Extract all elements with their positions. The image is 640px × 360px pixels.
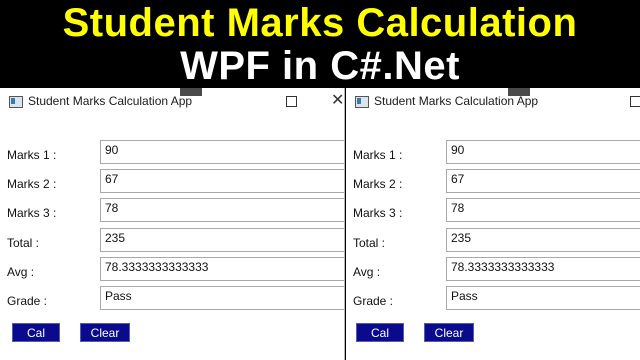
window-title: Student Marks Calculation App xyxy=(28,94,193,108)
app-window-icon xyxy=(355,96,369,108)
minimize-button[interactable] xyxy=(180,88,202,96)
app-window-left: Student Marks Calculation App ✕ Marks 1 … xyxy=(0,88,345,360)
grade-label: Grade : xyxy=(353,294,394,308)
marks3-label: Marks 3 : xyxy=(353,206,403,220)
clear-button[interactable]: Clear xyxy=(424,323,474,342)
banner-subtitle: WPF in C#.Net xyxy=(180,44,460,88)
marks1-label: Marks 1 : xyxy=(7,148,57,162)
cal-button[interactable]: Cal xyxy=(12,323,60,342)
banner-title: Student Marks Calculation xyxy=(62,1,578,45)
marks1-input[interactable]: 90 xyxy=(100,140,344,164)
marks3-input[interactable]: 78 xyxy=(100,198,344,222)
grade-field[interactable]: Pass xyxy=(100,286,344,310)
close-button[interactable]: ✕ xyxy=(331,90,344,110)
total-field[interactable]: 235 xyxy=(446,228,640,252)
marks1-label: Marks 1 : xyxy=(353,148,403,162)
grade-field[interactable]: Pass xyxy=(446,286,640,310)
grade-label: Grade : xyxy=(7,294,48,308)
maximize-button[interactable] xyxy=(630,96,640,107)
avg-field[interactable]: 78.3333333333333 xyxy=(100,257,344,281)
marks2-label: Marks 2 : xyxy=(7,177,57,191)
marks2-input[interactable]: 67 xyxy=(446,169,640,193)
marks3-input[interactable]: 78 xyxy=(446,198,640,222)
total-label: Total : xyxy=(7,236,40,250)
avg-field[interactable]: 78.3333333333333 xyxy=(446,257,640,281)
total-field[interactable]: 235 xyxy=(100,228,344,252)
avg-label: Avg : xyxy=(7,265,35,279)
marks2-label: Marks 2 : xyxy=(353,177,403,191)
marks1-input[interactable]: 90 xyxy=(446,140,640,164)
clear-button[interactable]: Clear xyxy=(80,323,130,342)
minimize-button[interactable] xyxy=(508,88,530,96)
avg-label: Avg : xyxy=(353,265,381,279)
window-title: Student Marks Calculation App xyxy=(374,94,539,108)
app-window-right: Student Marks Calculation App Marks 1 : … xyxy=(346,88,640,360)
title-bar[interactable]: Student Marks Calculation App xyxy=(346,88,640,116)
marks3-label: Marks 3 : xyxy=(7,206,57,220)
app-window-icon xyxy=(9,96,23,108)
maximize-button[interactable] xyxy=(286,96,297,107)
marks2-input[interactable]: 67 xyxy=(100,169,344,193)
title-bar[interactable]: Student Marks Calculation App ✕ xyxy=(0,88,344,116)
total-label: Total : xyxy=(353,236,386,250)
cal-button[interactable]: Cal xyxy=(356,323,404,342)
